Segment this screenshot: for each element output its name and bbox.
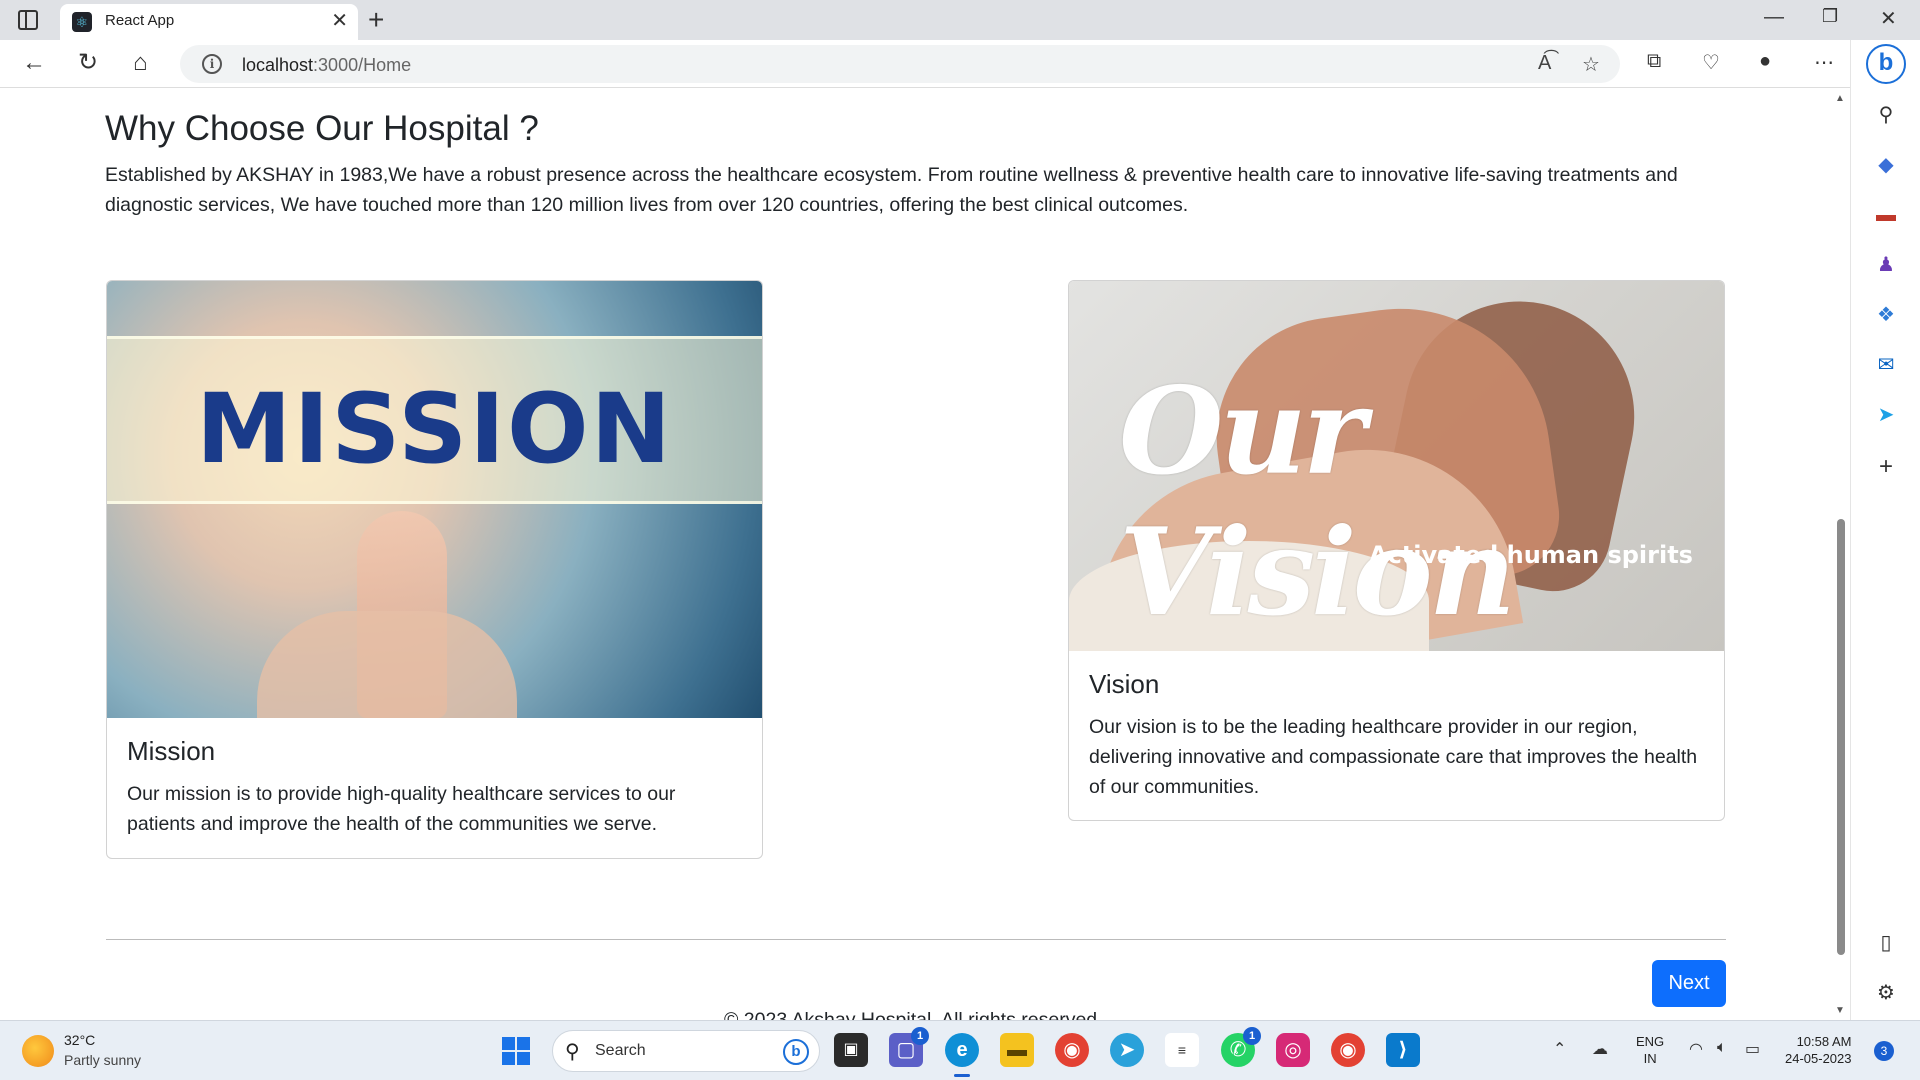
language-indicator[interactable]: ENG IN xyxy=(1636,1033,1664,1067)
collections-icon[interactable]: ⧉ xyxy=(1647,50,1661,73)
add-sidebar-app-icon[interactable]: + xyxy=(1873,454,1899,480)
read-aloud-icon[interactable]: A͡ xyxy=(1538,52,1551,75)
minimize-icon[interactable]: — xyxy=(1764,6,1784,29)
search-label: Search xyxy=(595,1042,646,1059)
mission-image-text: MISSION xyxy=(196,373,673,485)
edge-icon[interactable]: e xyxy=(945,1033,979,1077)
show-hidden-icons[interactable]: ⌃ xyxy=(1553,1039,1566,1059)
taskbar-search[interactable]: ⚲ Search b xyxy=(552,1030,820,1072)
vision-title: Vision xyxy=(1089,669,1160,699)
vision-image: Our Vision Activated human spirits xyxy=(1069,281,1724,651)
games-icon[interactable]: ♟ xyxy=(1873,252,1899,278)
teams-badge: 1 xyxy=(911,1027,929,1045)
weather-temperature[interactable]: 32°C xyxy=(64,1032,95,1048)
more-menu-icon[interactable]: ⋯ xyxy=(1814,50,1834,75)
sidebar-settings-icon[interactable]: ⚙ xyxy=(1873,980,1899,1006)
weather-description[interactable]: Partly sunny xyxy=(64,1052,141,1068)
drop-icon[interactable]: ➤ xyxy=(1873,402,1899,428)
close-window-icon[interactable]: ✕ xyxy=(1880,6,1897,31)
browser-tab-active[interactable]: ⚛ React App ✕ xyxy=(60,4,358,40)
vscode-icon[interactable]: ⟩ xyxy=(1386,1033,1420,1067)
vision-card: Our Vision Activated human spirits Visio… xyxy=(1068,280,1725,821)
vision-text: Our vision is to be the leading healthca… xyxy=(1089,716,1698,798)
tab-title: React App xyxy=(105,12,175,29)
shopping-tag-icon[interactable]: ◆ xyxy=(1873,152,1899,178)
url-text[interactable]: localhost:3000/Home xyxy=(242,55,411,76)
vision-image-script: Our Vision xyxy=(1119,361,1516,643)
wifi-icon[interactable]: ◠ xyxy=(1689,1039,1703,1059)
file-explorer-icon[interactable]: ▬ xyxy=(1000,1033,1034,1067)
telegram-icon[interactable]: ➤ xyxy=(1110,1033,1144,1067)
site-info-icon[interactable]: i xyxy=(202,54,222,74)
battery-icon[interactable]: ▭ xyxy=(1745,1039,1760,1059)
footer-divider xyxy=(106,939,1726,940)
instagram-icon[interactable]: ◎ xyxy=(1276,1033,1310,1067)
whatsapp-badge: 1 xyxy=(1243,1027,1261,1045)
browser-toolbar: ← ↻ ⌂ i localhost:3000/Home A͡ ☆ ⧉ ♡ ● ⋯ xyxy=(0,40,1920,88)
tab-actions-icon[interactable] xyxy=(18,10,38,30)
system-clock[interactable]: 10:58 AM 24-05-2023 xyxy=(1785,1033,1852,1067)
search-icon[interactable]: ⚲ xyxy=(1873,102,1899,128)
browser-titlebar: ⚛ React App ✕ + — ❐ ✕ xyxy=(0,0,1920,40)
footer-copyright: © 2023 Akshay Hospital. All rights reser… xyxy=(724,1009,1103,1020)
intro-paragraph: Established by AKSHAY in 1983,We have a … xyxy=(105,164,1678,216)
refresh-icon[interactable]: ↻ xyxy=(78,48,98,78)
tab-close-icon[interactable]: ✕ xyxy=(331,10,348,32)
scroll-down-icon[interactable]: ▼ xyxy=(1835,1005,1845,1016)
restore-icon[interactable]: ❐ xyxy=(1822,6,1838,27)
next-button[interactable]: Next xyxy=(1652,960,1726,1007)
tools-briefcase-icon[interactable]: ▬ xyxy=(1873,202,1899,228)
bing-chat-icon[interactable]: b xyxy=(1866,44,1906,84)
onedrive-icon[interactable]: ☁ xyxy=(1592,1039,1608,1059)
browser-essentials-icon[interactable]: ♡ xyxy=(1702,50,1720,75)
windows-taskbar: 32°C Partly sunny ⚲ Search b ▣ ▢ 1 e ▬ ◉ … xyxy=(0,1020,1920,1080)
react-favicon-icon: ⚛ xyxy=(72,12,92,32)
bing-icon[interactable]: b xyxy=(783,1039,809,1065)
notification-count[interactable]: 3 xyxy=(1874,1041,1894,1061)
page-content: Why Choose Our Hospital ? Established by… xyxy=(0,89,1830,1020)
new-tab-icon[interactable]: + xyxy=(368,4,384,36)
sidebar-toggle-icon[interactable]: ▯ xyxy=(1873,930,1899,956)
mission-card: MISSION Mission Our mission is to provid… xyxy=(106,280,763,859)
teams-icon[interactable]: ▢ 1 xyxy=(889,1027,929,1067)
volume-icon[interactable]: 🔈︎ xyxy=(1717,1039,1727,1057)
page-scrollbar[interactable]: ▲ ▼ xyxy=(1830,89,1850,1020)
vision-card-body: Vision Our vision is to be the leading h… xyxy=(1069,651,1724,820)
mission-text: Our mission is to provide high-quality h… xyxy=(127,783,676,835)
whatsapp-icon[interactable]: ✆ 1 xyxy=(1221,1027,1261,1067)
outlook-icon[interactable]: ✉ xyxy=(1873,352,1899,378)
home-icon[interactable]: ⌂ xyxy=(133,48,148,78)
microsoft-365-icon[interactable]: ❖ xyxy=(1873,302,1899,328)
page-title: Why Choose Our Hospital ? xyxy=(105,109,539,148)
profile-icon[interactable]: ● xyxy=(1759,50,1771,73)
search-icon: ⚲ xyxy=(565,1041,580,1063)
back-icon[interactable]: ← xyxy=(22,48,46,78)
favorite-add-icon[interactable]: ☆ xyxy=(1582,52,1600,77)
vision-image-subtitle: Activated human spirits xyxy=(1369,541,1693,569)
address-bar[interactable]: i localhost:3000/Home A͡ ☆ xyxy=(180,45,1620,83)
task-view-icon[interactable]: ▣ xyxy=(834,1033,868,1067)
chrome-profile-icon[interactable]: ◉ xyxy=(1331,1033,1365,1067)
notepad-icon[interactable]: ≡ xyxy=(1165,1033,1199,1067)
scroll-thumb[interactable] xyxy=(1837,519,1845,955)
scroll-up-icon[interactable]: ▲ xyxy=(1835,93,1845,104)
mission-image: MISSION xyxy=(107,281,762,718)
edge-sidebar: b ⚲ ◆ ▬ ♟ ❖ ✉ ➤ + ▯ ⚙ xyxy=(1850,40,1920,1020)
chrome-icon[interactable]: ◉ xyxy=(1055,1033,1089,1067)
mission-card-body: Mission Our mission is to provide high-q… xyxy=(107,718,762,857)
start-windows-icon[interactable] xyxy=(502,1037,530,1065)
weather-sun-icon[interactable] xyxy=(22,1035,54,1067)
mission-title: Mission xyxy=(127,736,216,766)
